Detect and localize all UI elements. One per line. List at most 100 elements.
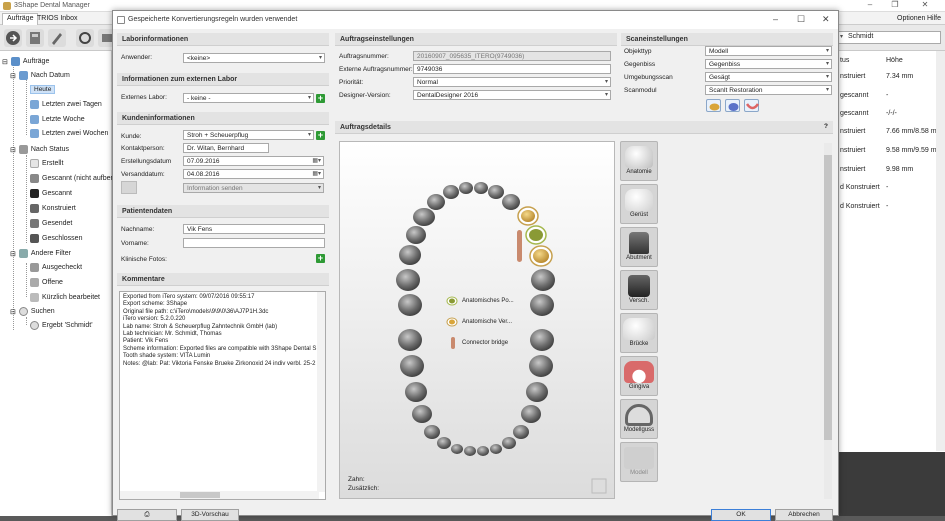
scan-blue-icon[interactable] <box>725 99 740 112</box>
tool-bruecke[interactable]: Brücke <box>620 313 658 353</box>
details-scrollbar[interactable] <box>824 143 832 499</box>
externe-auftragsnummer-input[interactable]: 9749036 <box>413 64 611 74</box>
maximize-icon[interactable]: ☐ <box>797 14 805 25</box>
comments-scrollbar-vertical[interactable] <box>317 292 325 492</box>
close-icon[interactable]: ✕ <box>915 0 935 9</box>
column-header-status[interactable]: tus <box>840 57 849 64</box>
comments-scrollbar-horizontal[interactable] <box>120 491 319 499</box>
search-dropdown-icon[interactable]: ▾ <box>840 33 843 40</box>
tree-item-geschlossen[interactable]: Geschlossen <box>30 234 82 243</box>
section-externes-labor: Informationen zum externen Labor <box>117 73 329 86</box>
tree-group-suchen[interactable]: ⊟ Suchen <box>10 307 55 316</box>
objekttyp-select[interactable]: Modell ▾ <box>705 46 832 56</box>
tree-group-nach-status[interactable]: ⊟ Nach Status <box>10 145 69 154</box>
legend-item-anatomische-ver[interactable]: Anatomische Ver... <box>446 317 512 327</box>
section-kundeninformationen: Kundeninformationen <box>117 112 329 125</box>
add-lab-button[interactable]: + <box>316 94 325 103</box>
camera-icon[interactable] <box>76 29 94 47</box>
scrollbar-thumb[interactable] <box>824 155 832 440</box>
collapse-icon[interactable]: ⊟ <box>10 72 16 80</box>
tree-item-heute[interactable]: Heute <box>30 85 56 94</box>
table-scrollbar[interactable] <box>936 51 945 451</box>
tool-modell[interactable]: Modell <box>620 442 658 482</box>
scan-gingiva-icon[interactable] <box>744 99 760 112</box>
scanmodul-select[interactable]: ScanIt Restoration ▾ <box>705 85 832 95</box>
tool-verschraubt[interactable]: Versch. <box>620 270 658 310</box>
erstellungsdatum-picker[interactable]: 07.09.2016 ▦▾ <box>183 156 324 166</box>
designer-version-select[interactable]: DentalDesigner 2016 ▾ <box>413 90 611 100</box>
tool-geruest[interactable]: Gerüst <box>620 184 658 224</box>
collapse-icon[interactable]: ⊟ <box>10 250 16 258</box>
collapse-icon[interactable]: ⊟ <box>10 308 16 316</box>
versanddatum-picker[interactable]: 04.08.2016 ▦▾ <box>183 169 324 179</box>
nachname-input[interactable]: Vik Fens <box>183 224 325 234</box>
tree-item-letzte-woche[interactable]: Letzte Woche <box>30 115 85 124</box>
tree-group-andere-filter[interactable]: ⊟ Andere Filter <box>10 249 71 258</box>
chevron-down-icon: ▾ <box>604 79 608 85</box>
prioritaet-select[interactable]: Normal ▾ <box>413 77 611 87</box>
maximize-icon[interactable]: ❐ <box>885 0 905 9</box>
calendar-icon <box>30 129 39 138</box>
reset-view-icon[interactable] <box>591 478 607 494</box>
table-cell: 9.98 mm <box>886 166 914 173</box>
anwender-select[interactable]: <keine> ▾ <box>183 53 325 63</box>
scan-gold-icon[interactable] <box>706 99 721 112</box>
tab-trios-inbox[interactable]: TRIOS Inbox <box>33 14 81 23</box>
tree-root-auftraege[interactable]: ⊟ Aufträge <box>2 57 49 66</box>
information-senden-select[interactable]: Information senden ▾ <box>183 183 324 193</box>
comments-textarea[interactable]: Exported from iTero system: 09/07/2016 0… <box>119 291 326 500</box>
tree-item-erstellt[interactable]: Erstellt <box>30 159 63 168</box>
help-icon[interactable]: ? <box>824 123 828 130</box>
tree-item-letzten-zwei-wochen[interactable]: Letzten zwei Wochen <box>30 129 108 138</box>
gegenbiss-select[interactable]: Gegenbiss ▾ <box>705 59 832 69</box>
column-header-hoehe[interactable]: Höhe <box>886 57 903 64</box>
tree-item-konstruiert[interactable]: Konstruiert <box>30 204 76 213</box>
calendar-icon <box>30 100 39 109</box>
vorname-input[interactable] <box>183 238 325 248</box>
menu-hilfe[interactable]: Hilfe <box>923 14 945 23</box>
bridge-icon <box>623 318 655 340</box>
add-photo-button[interactable]: + <box>316 254 325 263</box>
umgebungsscan-select[interactable]: Gesägt ▾ <box>705 72 832 82</box>
design-icon[interactable] <box>48 29 66 47</box>
scanner-icon <box>30 189 39 198</box>
table-cell: - <box>886 184 889 191</box>
forward-icon[interactable] <box>4 29 22 47</box>
connector-bridge[interactable] <box>517 230 522 262</box>
minimize-icon[interactable]: – <box>860 0 880 9</box>
minimize-icon[interactable]: – <box>773 14 778 24</box>
tree-item-search-result[interactable]: Ergebt 'Schmidt' <box>30 321 93 330</box>
3d-preview-button[interactable]: 3D-Vorschau <box>181 509 239 521</box>
search-input[interactable]: ▾ Schmidt <box>837 31 941 44</box>
tree-item-offene[interactable]: Offene <box>30 278 63 287</box>
close-icon[interactable]: ✕ <box>822 14 830 25</box>
tree-item-ausgecheckt[interactable]: Ausgecheckt <box>30 263 82 272</box>
collapse-icon[interactable]: ⊟ <box>2 58 8 66</box>
tree-item-kuerzlich-bearbeitet[interactable]: Kürzlich bearbeitet <box>30 293 100 302</box>
collapse-icon[interactable]: ⊟ <box>10 146 16 154</box>
tooth-chart-viewport[interactable]: Anatomisches Po... Anatomische Ver... Co… <box>339 141 615 499</box>
add-customer-button[interactable]: + <box>316 131 325 140</box>
externes-labor-select[interactable]: - keine - ▾ <box>183 93 314 103</box>
tree-item-gesendet[interactable]: Gesendet <box>30 219 72 228</box>
tool-anatomie[interactable]: Anatomie <box>620 141 658 181</box>
tree-item-letzten-zwei-tagen[interactable]: Letzten zwei Tagen <box>30 100 102 109</box>
legend-item-connector-bridge[interactable]: Connector bridge <box>448 337 508 349</box>
ok-button[interactable]: OK <box>711 509 771 521</box>
app-title: 3Shape Dental Manager <box>14 2 90 9</box>
scan-icon[interactable] <box>26 29 44 47</box>
tool-abutment[interactable]: Abutment <box>620 227 658 267</box>
tree-item-gescannt[interactable]: Gescannt <box>30 189 72 198</box>
kunde-select[interactable]: Stroh + Scheuerpflug ▾ <box>183 130 314 140</box>
tool-gingiva[interactable]: Gingiva <box>620 356 658 396</box>
cancel-button[interactable]: Abbrechen <box>775 509 833 521</box>
tool-modellguss[interactable]: Modellguss <box>620 399 658 439</box>
designer-version-label: Designer-Version: <box>339 92 391 99</box>
scanner-icon <box>30 174 39 183</box>
tree-group-nach-datum[interactable]: ⊟ Nach Datum <box>10 71 70 80</box>
externe-auftragsnummer-label: Externe Auftragsnummer: <box>339 66 413 73</box>
print-button[interactable]: ⎙ <box>117 509 177 521</box>
kontaktperson-input[interactable]: Dr. Witan, Bernhard <box>183 143 269 153</box>
legend-item-anatomisches-po[interactable]: Anatomisches Po... <box>446 296 514 306</box>
send-info-icon[interactable] <box>121 181 137 194</box>
